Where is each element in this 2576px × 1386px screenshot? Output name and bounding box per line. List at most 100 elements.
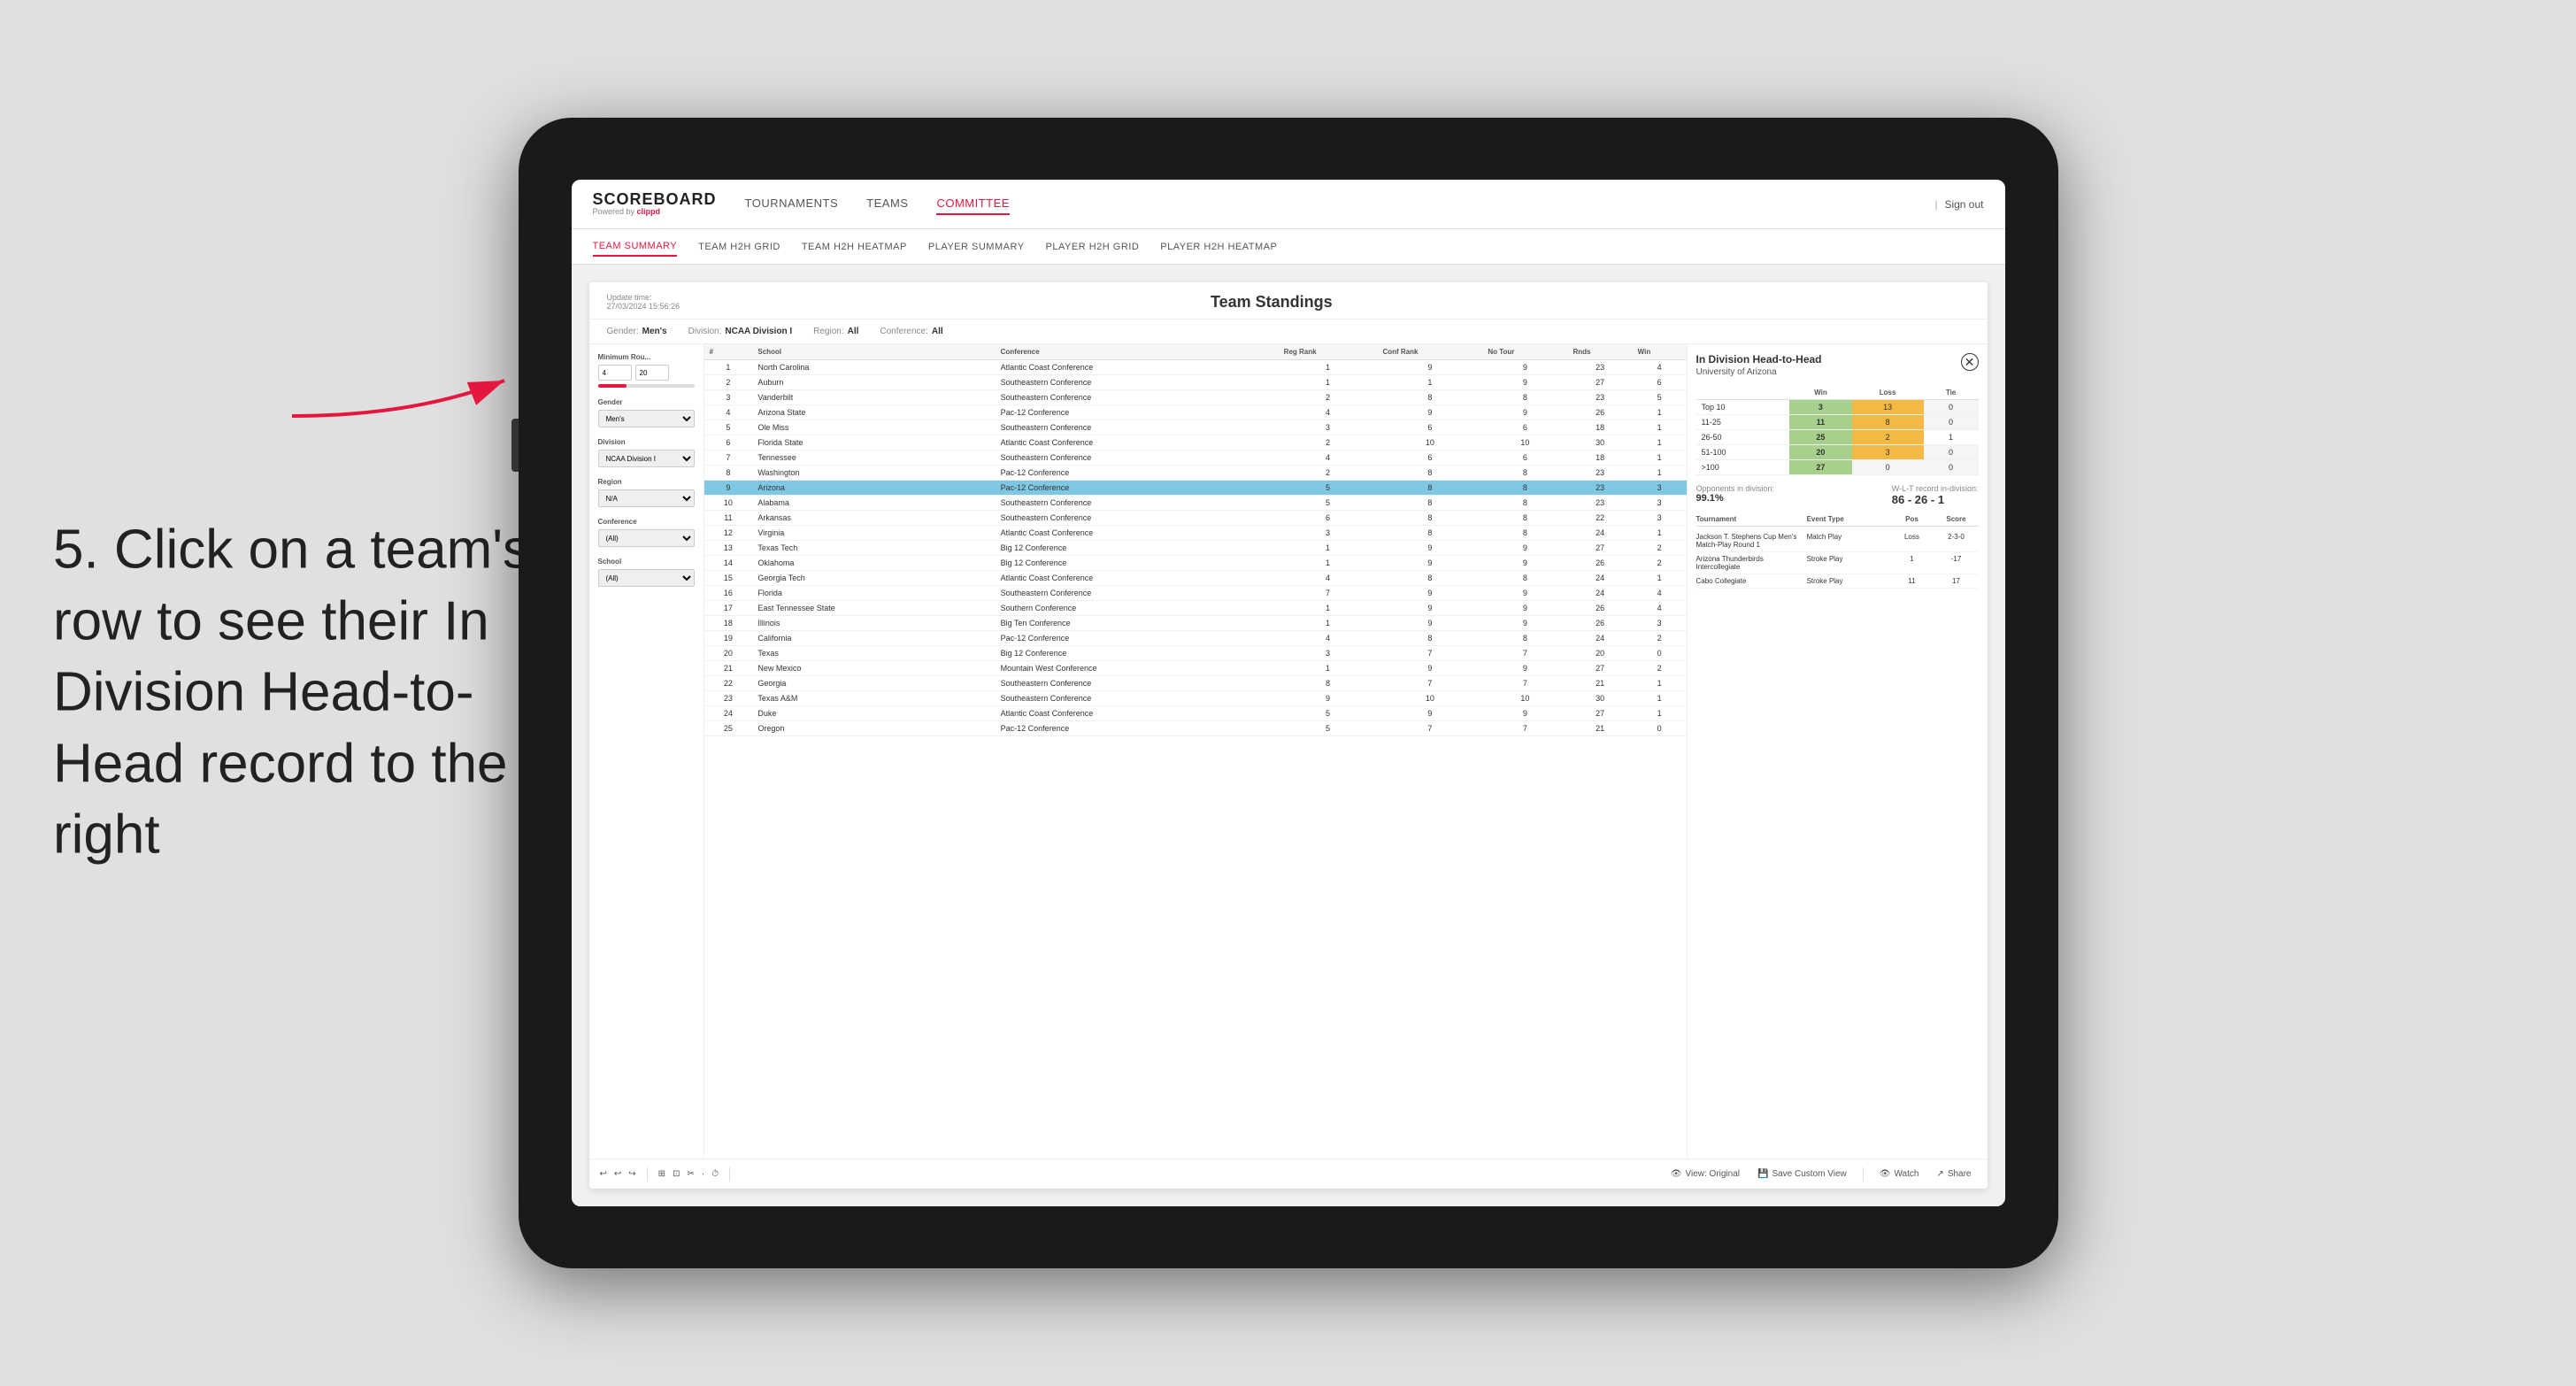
table-row[interactable]: 13 Texas Tech Big 12 Conference 1 9 9 27… <box>704 541 1687 556</box>
toolbar-icon-paste[interactable]: ⊡ <box>673 1169 680 1179</box>
h2h-table: Win Loss Tie Top 10 3 13 0 11-25 11 8 0 … <box>1696 386 1979 475</box>
cell-no-tour: 9 <box>1482 661 1567 676</box>
cell-conf-rank: 8 <box>1377 466 1482 481</box>
min-rounds-filter: Minimum Rou... <box>598 353 695 388</box>
watch-btn[interactable]: 👁 Watch <box>1874 1167 1925 1181</box>
table-row[interactable]: 22 Georgia Southeastern Conference 8 7 7… <box>704 676 1687 691</box>
cell-school: Oregon <box>752 721 995 736</box>
cell-school: Texas A&M <box>752 691 995 706</box>
cell-reg-rank: 1 <box>1279 661 1378 676</box>
save-custom-btn[interactable]: 💾 Save Custom View <box>1752 1167 1852 1181</box>
filter-region-value: All <box>848 327 859 336</box>
subnav-team-h2h-heatmap[interactable]: TEAM H2H HEATMAP <box>802 238 907 256</box>
cell-conf-rank: 8 <box>1377 496 1482 511</box>
cell-conference: Big 12 Conference <box>996 646 1279 661</box>
table-row[interactable]: 4 Arizona State Pac-12 Conference 4 9 9 … <box>704 405 1687 420</box>
cell-conf-rank: 9 <box>1377 586 1482 601</box>
table-row[interactable]: 6 Florida State Atlantic Coast Conferenc… <box>704 435 1687 450</box>
cell-no-tour: 6 <box>1482 450 1567 466</box>
table-row[interactable]: 10 Alabama Southeastern Conference 5 8 8… <box>704 496 1687 511</box>
h2h-header-row: Win Loss Tie <box>1696 386 1979 400</box>
gender-filter-select[interactable]: Men's <box>598 410 695 427</box>
cell-rank: 14 <box>704 556 753 571</box>
nav-teams[interactable]: TEAMS <box>866 193 908 215</box>
table-row[interactable]: 21 New Mexico Mountain West Conference 1… <box>704 661 1687 676</box>
table-row[interactable]: 11 Arkansas Southeastern Conference 6 8 … <box>704 511 1687 526</box>
subnav-player-h2h-heatmap[interactable]: PLAYER H2H HEATMAP <box>1160 238 1277 256</box>
h2h-win: 25 <box>1789 430 1851 445</box>
table-row[interactable]: 14 Oklahoma Big 12 Conference 1 9 9 26 2 <box>704 556 1687 571</box>
table-row[interactable]: 16 Florida Southeastern Conference 7 9 9… <box>704 586 1687 601</box>
cell-conference: Big Ten Conference <box>996 616 1279 631</box>
min-rounds-min-input[interactable] <box>598 365 632 381</box>
sign-out-button[interactable]: Sign out <box>1944 198 1983 211</box>
min-rounds-max-input[interactable] <box>635 365 669 381</box>
cell-win: 4 <box>1633 360 1687 375</box>
close-button[interactable]: ✕ <box>1961 353 1979 371</box>
h2h-team: University of Arizona <box>1696 367 1822 377</box>
table-row[interactable]: 19 California Pac-12 Conference 4 8 8 24… <box>704 631 1687 646</box>
cell-reg-rank: 1 <box>1279 360 1378 375</box>
share-btn[interactable]: ↗ Share <box>1931 1167 1976 1181</box>
table-row[interactable]: 20 Texas Big 12 Conference 3 7 7 20 0 <box>704 646 1687 661</box>
toolbar-icon-cut[interactable]: ✂ <box>687 1169 694 1179</box>
toolbar-undo2[interactable]: ↩ <box>614 1169 621 1179</box>
table-row[interactable]: 18 Illinois Big Ten Conference 1 9 9 26 … <box>704 616 1687 631</box>
view-original-btn[interactable]: 👁 View: Original <box>1665 1167 1745 1181</box>
table-row[interactable]: 25 Oregon Pac-12 Conference 5 7 7 21 0 <box>704 721 1687 736</box>
toolbar-redo[interactable]: ↪ <box>628 1169 635 1179</box>
table-row[interactable]: 9 Arizona Pac-12 Conference 5 8 8 23 3 <box>704 481 1687 496</box>
cell-no-tour: 6 <box>1482 420 1567 435</box>
dashboard-panel: Update time: 27/03/2024 15:56:26 Team St… <box>589 282 1988 1189</box>
cell-conference: Southeastern Conference <box>996 390 1279 405</box>
school-filter-select[interactable]: (All) <box>598 569 695 587</box>
cell-win: 0 <box>1633 646 1687 661</box>
cell-win: 3 <box>1633 481 1687 496</box>
cell-rnds: 27 <box>1568 706 1633 721</box>
cell-conference: Atlantic Coast Conference <box>996 435 1279 450</box>
table-row[interactable]: 2 Auburn Southeastern Conference 1 1 9 2… <box>704 375 1687 390</box>
toolbar-icon-clock[interactable]: ⏱ <box>711 1169 719 1179</box>
nav-committee[interactable]: COMMITTEE <box>936 193 1010 215</box>
toolbar-undo[interactable]: ↩ <box>600 1169 607 1179</box>
filter-division-value: NCAA Division I <box>725 327 792 336</box>
cell-win: 3 <box>1633 511 1687 526</box>
subnav-player-summary[interactable]: PLAYER SUMMARY <box>928 238 1025 256</box>
tourn-col-score: Score <box>1934 515 1978 523</box>
logo-sub: Powered by clippd <box>593 207 717 217</box>
subnav-team-h2h-grid[interactable]: TEAM H2H GRID <box>698 238 780 256</box>
cell-win: 3 <box>1633 616 1687 631</box>
table-row[interactable]: 7 Tennessee Southeastern Conference 4 6 … <box>704 450 1687 466</box>
toolbar-icon-copy[interactable]: ⊞ <box>658 1169 665 1179</box>
cell-rnds: 26 <box>1568 405 1633 420</box>
col-header-conference: Conference <box>996 344 1279 360</box>
table-row[interactable]: 3 Vanderbilt Southeastern Conference 2 8… <box>704 390 1687 405</box>
nav-tournaments[interactable]: TOURNAMENTS <box>745 193 839 215</box>
table-row[interactable]: 24 Duke Atlantic Coast Conference 5 9 9 … <box>704 706 1687 721</box>
subnav-team-summary[interactable]: TEAM SUMMARY <box>593 237 678 257</box>
h2h-label: 11-25 <box>1696 415 1790 430</box>
table-row[interactable]: 1 North Carolina Atlantic Coast Conferen… <box>704 360 1687 375</box>
conference-filter-select[interactable]: (All) <box>598 529 695 547</box>
region-filter-select[interactable]: N/A <box>598 489 695 507</box>
table-row[interactable]: 5 Ole Miss Southeastern Conference 3 6 6… <box>704 420 1687 435</box>
division-filter-select[interactable]: NCAA Division I <box>598 450 695 467</box>
watch-label: Watch <box>1894 1169 1919 1179</box>
record-label: W-L-T record in-division: <box>1892 484 1979 493</box>
h2h-title-area: In Division Head-to-Head University of A… <box>1696 353 1822 386</box>
cell-school: Duke <box>752 706 995 721</box>
cell-conference: Pac-12 Conference <box>996 721 1279 736</box>
tourn-name: Arizona Thunderbirds Intercollegiate <box>1696 555 1807 571</box>
subnav-player-h2h-grid[interactable]: PLAYER H2H GRID <box>1046 238 1140 256</box>
min-rounds-slider[interactable] <box>598 384 695 388</box>
filter-row: Gender: Men's Division: NCAA Division I … <box>589 320 1988 344</box>
table-row[interactable]: 15 Georgia Tech Atlantic Coast Conferenc… <box>704 571 1687 586</box>
h2h-col-tie: Tie <box>1924 386 1979 400</box>
tourn-name: Cabo Collegiate <box>1696 577 1807 585</box>
toolbar-sep-2 <box>729 1167 730 1182</box>
table-row[interactable]: 17 East Tennessee State Southern Confere… <box>704 601 1687 616</box>
table-row[interactable]: 12 Virginia Atlantic Coast Conference 3 … <box>704 526 1687 541</box>
table-row[interactable]: 8 Washington Pac-12 Conference 2 8 8 23 … <box>704 466 1687 481</box>
filter-conference: Conference: All <box>880 327 942 336</box>
table-row[interactable]: 23 Texas A&M Southeastern Conference 9 1… <box>704 691 1687 706</box>
